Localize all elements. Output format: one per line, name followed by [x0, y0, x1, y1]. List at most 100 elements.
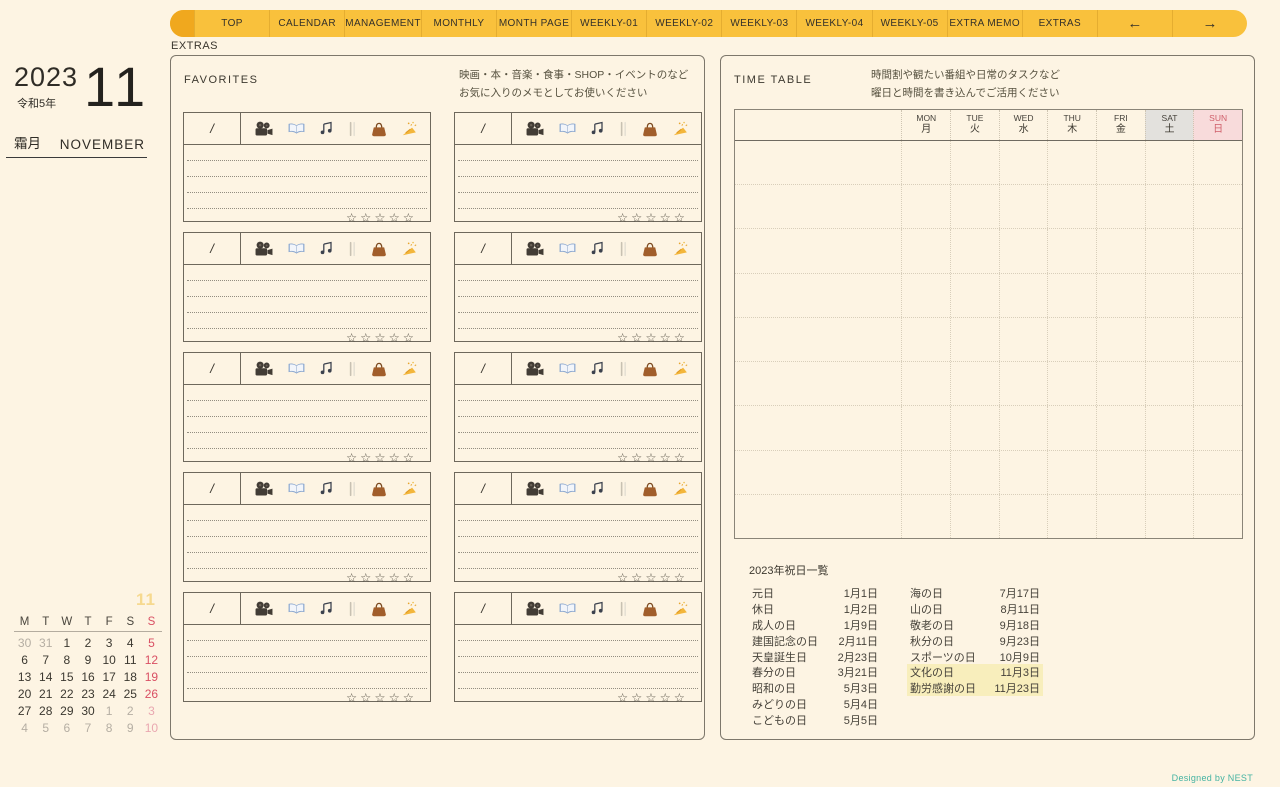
timetable-cell-tue[interactable] — [950, 317, 999, 362]
timetable-time-cell[interactable] — [735, 406, 901, 449]
mini-calendar-day[interactable]: 2 — [120, 702, 141, 719]
mini-calendar-day[interactable]: 6 — [14, 651, 35, 668]
mini-calendar-day[interactable]: 27 — [14, 702, 35, 719]
mini-calendar-day[interactable]: 19 — [141, 668, 162, 685]
nav-prev-arrow-icon[interactable]: ← — [1096, 10, 1172, 37]
timetable-cell-mon[interactable] — [901, 273, 950, 317]
timetable-cell-sat[interactable] — [1144, 450, 1194, 494]
favorite-star-rating[interactable]: ☆☆☆☆☆ — [187, 570, 427, 585]
mini-calendar-day[interactable]: 3 — [141, 702, 162, 719]
timetable-cell-mon[interactable] — [901, 317, 950, 362]
mini-calendar-day[interactable]: 3 — [99, 634, 120, 651]
timetable-cell-sat[interactable] — [1144, 494, 1194, 538]
nav-item-weekly-03[interactable]: WEEKLY-03 — [721, 10, 796, 37]
timetable-cell-wed[interactable] — [998, 406, 1048, 450]
nav-item-weekly-01[interactable]: WEEKLY-01 — [571, 10, 646, 37]
favorite-note-area[interactable]: ☆☆☆☆☆ — [184, 625, 430, 705]
nav-item-monthly[interactable]: MONTHLY — [420, 10, 496, 37]
favorite-note-area[interactable]: ☆☆☆☆☆ — [184, 385, 430, 465]
timetable-time-cell[interactable] — [735, 141, 901, 184]
mini-calendar-day[interactable]: 2 — [77, 634, 98, 651]
mini-calendar-day[interactable]: 30 — [77, 702, 98, 719]
timetable-cell-fri[interactable] — [1096, 229, 1145, 273]
mini-calendar-day[interactable]: 20 — [14, 685, 35, 702]
mini-calendar-day[interactable]: 5 — [141, 634, 162, 651]
timetable-cell-fri[interactable] — [1096, 185, 1145, 229]
mini-calendar-day[interactable]: 15 — [56, 668, 77, 685]
nav-item-extra-memo[interactable]: EXTRA MEMO — [946, 10, 1022, 37]
timetable-cell-tue[interactable] — [950, 450, 999, 494]
favorite-note-area[interactable]: ☆☆☆☆☆ — [184, 505, 430, 585]
timetable-cell-sun[interactable] — [1193, 362, 1242, 406]
mini-calendar-day[interactable]: 10 — [99, 651, 120, 668]
timetable-cell-fri[interactable] — [1096, 494, 1145, 538]
favorite-note-area[interactable]: ☆☆☆☆☆ — [455, 385, 701, 465]
favorite-star-rating[interactable]: ☆☆☆☆☆ — [187, 690, 427, 705]
mini-calendar-day[interactable]: 10 — [141, 719, 162, 736]
mini-calendar-day[interactable]: 6 — [56, 719, 77, 736]
favorite-star-rating[interactable]: ☆☆☆☆☆ — [458, 210, 698, 225]
favorite-note-area[interactable]: ☆☆☆☆☆ — [455, 505, 701, 585]
favorite-date-field[interactable]: / — [455, 113, 512, 144]
favorite-note-area[interactable]: ☆☆☆☆☆ — [455, 145, 701, 225]
mini-calendar-day[interactable]: 12 — [141, 651, 162, 668]
nav-next-arrow-icon[interactable]: → — [1171, 10, 1247, 37]
favorite-star-rating[interactable]: ☆☆☆☆☆ — [458, 330, 698, 345]
favorite-star-rating[interactable]: ☆☆☆☆☆ — [187, 330, 427, 345]
timetable-cell-thu[interactable] — [1047, 406, 1096, 450]
timetable-cell-wed[interactable] — [998, 141, 1048, 185]
timetable-cell-tue[interactable] — [950, 185, 999, 229]
mini-calendar-day[interactable]: 9 — [77, 651, 98, 668]
nav-item-calendar[interactable]: CALENDAR — [269, 10, 344, 37]
timetable-cell-tue[interactable] — [950, 229, 999, 273]
favorite-star-rating[interactable]: ☆☆☆☆☆ — [458, 690, 698, 705]
timetable-cell-sat[interactable] — [1144, 362, 1194, 406]
nav-item-weekly-05[interactable]: WEEKLY-05 — [871, 10, 947, 37]
timetable-cell-fri[interactable] — [1096, 273, 1145, 317]
mini-calendar-day[interactable]: 30 — [14, 634, 35, 651]
mini-calendar-day[interactable]: 29 — [56, 702, 77, 719]
mini-calendar-day[interactable]: 9 — [120, 719, 141, 736]
timetable-cell-sun[interactable] — [1193, 229, 1242, 273]
timetable-cell-sat[interactable] — [1144, 273, 1194, 317]
mini-calendar-day[interactable]: 13 — [14, 668, 35, 685]
timetable-cell-sun[interactable] — [1193, 273, 1242, 317]
mini-calendar-day[interactable]: 21 — [35, 685, 56, 702]
timetable-cell-tue[interactable] — [950, 362, 999, 406]
mini-calendar-day[interactable]: 28 — [35, 702, 56, 719]
timetable-cell-sat[interactable] — [1144, 141, 1194, 185]
mini-calendar-day[interactable]: 4 — [120, 634, 141, 651]
timetable-cell-fri[interactable] — [1096, 406, 1145, 450]
timetable-cell-wed[interactable] — [998, 317, 1048, 362]
favorite-star-rating[interactable]: ☆☆☆☆☆ — [458, 450, 698, 465]
timetable-cell-fri[interactable] — [1096, 362, 1145, 406]
timetable-cell-wed[interactable] — [998, 185, 1048, 229]
favorite-date-field[interactable]: / — [184, 353, 241, 384]
timetable-cell-sun[interactable] — [1193, 141, 1242, 185]
favorite-star-rating[interactable]: ☆☆☆☆☆ — [187, 210, 427, 225]
favorite-note-area[interactable]: ☆☆☆☆☆ — [455, 625, 701, 705]
mini-calendar-day[interactable]: 1 — [56, 634, 77, 651]
mini-calendar-day[interactable]: 16 — [77, 668, 98, 685]
timetable-cell-sun[interactable] — [1193, 406, 1242, 450]
timetable-cell-sun[interactable] — [1193, 185, 1242, 229]
timetable-cell-tue[interactable] — [950, 406, 999, 450]
timetable-cell-thu[interactable] — [1047, 494, 1096, 538]
timetable-time-cell[interactable] — [735, 185, 901, 228]
timetable-cell-thu[interactable] — [1047, 185, 1096, 229]
favorite-date-field[interactable]: / — [184, 233, 241, 264]
timetable-cell-thu[interactable] — [1047, 141, 1096, 185]
timetable-cell-mon[interactable] — [901, 141, 950, 185]
timetable-time-cell[interactable] — [735, 362, 901, 405]
mini-calendar-day[interactable]: 17 — [99, 668, 120, 685]
timetable-cell-thu[interactable] — [1047, 362, 1096, 406]
timetable-cell-sat[interactable] — [1144, 317, 1194, 362]
mini-calendar-day[interactable]: 8 — [56, 651, 77, 668]
mini-calendar-day[interactable]: 4 — [14, 719, 35, 736]
nav-item-extras[interactable]: EXTRAS — [1021, 10, 1097, 37]
favorite-star-rating[interactable]: ☆☆☆☆☆ — [187, 450, 427, 465]
favorite-date-field[interactable]: / — [184, 473, 241, 504]
timetable-time-cell[interactable] — [735, 451, 901, 494]
favorite-date-field[interactable]: / — [455, 353, 512, 384]
mini-calendar-day[interactable]: 26 — [141, 685, 162, 702]
